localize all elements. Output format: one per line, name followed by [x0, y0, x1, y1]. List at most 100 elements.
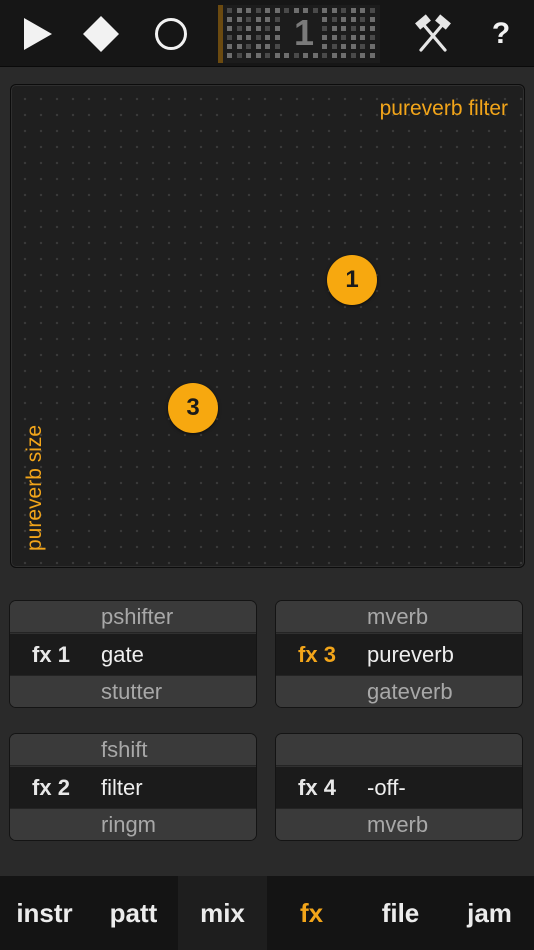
pattern-step-cell: [274, 34, 280, 40]
fx-option-selected[interactable]: fx 1 gate: [10, 634, 256, 676]
pattern-step-cell: [360, 25, 365, 31]
pattern-step-cell: [331, 43, 337, 49]
pattern-step-cell: [331, 52, 337, 58]
fx-slot-2-picker[interactable]: fshift fx 2 filter ringm: [9, 733, 257, 841]
pattern-step-cell: [369, 34, 375, 40]
pattern-step-cell: [274, 25, 280, 31]
pattern-step-cell: [341, 16, 346, 22]
xy-pad[interactable]: pureverb filter pureverb size 1 3: [10, 84, 525, 568]
y-axis-label: pureverb size: [23, 424, 46, 551]
fx-option-selected[interactable]: fx 3 pureverb: [276, 634, 522, 676]
pattern-step-cell: [227, 25, 232, 31]
xy-handle-1[interactable]: 1: [327, 255, 377, 305]
pattern-step-cell: [293, 7, 299, 13]
pattern-step-cell: [341, 7, 346, 13]
pattern-step-cell: [360, 52, 365, 58]
pattern-step-cell: [350, 43, 356, 49]
fx-option-prev[interactable]: fshift: [10, 734, 256, 766]
pattern-step-cell: [350, 25, 356, 31]
tab-jam[interactable]: jam: [445, 876, 534, 950]
pattern-step-cell: [265, 43, 270, 49]
pattern-step-cell: [265, 7, 270, 13]
pattern-step-cell: [331, 16, 337, 22]
record-icon: [155, 17, 187, 50]
pattern-step-cell: [350, 7, 356, 13]
fx-slot-label: fx 3: [298, 642, 336, 667]
help-button[interactable]: ?: [478, 0, 524, 67]
pattern-step-cell: [322, 34, 327, 40]
pattern-step-cell: [236, 34, 242, 40]
pattern-step-cell: [255, 16, 261, 22]
pattern-step-cell: [284, 52, 289, 58]
fx-option-next[interactable]: stutter: [10, 675, 256, 707]
pattern-step-cell: [246, 43, 251, 49]
pattern-step-cell: [369, 43, 375, 49]
pattern-step-cell: [322, 16, 327, 22]
bottom-tab-bar: instr patt mix fx file jam: [0, 876, 534, 950]
pattern-step-cell: [322, 52, 327, 58]
tab-patt[interactable]: patt: [89, 876, 178, 950]
fx-option-selected[interactable]: fx 4 -off-: [276, 767, 522, 809]
fx-option-prev[interactable]: pshifter: [10, 601, 256, 633]
pattern-step-cell: [246, 16, 251, 22]
pattern-step-cell: [284, 7, 289, 13]
fx-slot-label: fx 4: [298, 775, 336, 800]
pattern-step-cell: [369, 25, 375, 31]
fx-slot-4-picker[interactable]: fx 4 -off- mverb: [275, 733, 523, 841]
pattern-selector[interactable]: 1: [218, 0, 380, 67]
fx-option-next[interactable]: mverb: [276, 808, 522, 840]
hammer-icon: [415, 13, 451, 52]
pattern-step-cell: [341, 34, 346, 40]
tab-instr[interactable]: instr: [0, 876, 89, 950]
fx-slot-3-picker[interactable]: mverb fx 3 pureverb gateverb: [275, 600, 523, 708]
pattern-step-cell: [236, 7, 242, 13]
pattern-step-cell: [236, 16, 242, 22]
pattern-step-cell: [360, 43, 365, 49]
pattern-step-cell: [331, 25, 337, 31]
fx-option-prev[interactable]: mverb: [276, 601, 522, 633]
pattern-step-cell: [236, 43, 242, 49]
pattern-step-cell: [265, 16, 270, 22]
help-icon: ?: [491, 16, 511, 50]
xy-handle-3[interactable]: 3: [168, 383, 218, 433]
record-button[interactable]: [148, 0, 194, 67]
pattern-step-cell: [265, 52, 270, 58]
pattern-step-cell: [227, 34, 232, 40]
pattern-step-cell: [331, 34, 337, 40]
fx-slot-label: fx 1: [32, 642, 70, 667]
tab-file[interactable]: file: [356, 876, 445, 950]
pattern-step-cell: [341, 52, 346, 58]
pattern-step-cell: [236, 25, 242, 31]
pattern-step-cell: [227, 43, 232, 49]
pattern-step-cell: [255, 25, 261, 31]
pattern-step-cell: [312, 52, 318, 58]
pattern-step-cell: [341, 43, 346, 49]
pattern-step-cell: [360, 16, 365, 22]
pattern-step-cell: [303, 52, 308, 58]
pattern-step-cell: [312, 7, 318, 13]
pattern-step-cell: [265, 34, 270, 40]
fx-option-next[interactable]: ringm: [10, 808, 256, 840]
pattern-step-cell: [227, 52, 232, 58]
pattern-step-cell: [255, 34, 261, 40]
tab-mix[interactable]: mix: [178, 876, 267, 950]
pattern-step-cell: [274, 7, 280, 13]
fx-option-prev[interactable]: [276, 734, 522, 766]
stop-icon: [83, 15, 119, 52]
tools-button[interactable]: [410, 0, 456, 67]
pattern-step-cell: [255, 7, 261, 13]
play-button[interactable]: [14, 0, 60, 67]
stop-button[interactable]: [78, 0, 124, 67]
pattern-step-cell: [350, 34, 356, 40]
pattern-step-cell: [369, 52, 375, 58]
fx-slot-1-picker[interactable]: pshifter fx 1 gate stutter: [9, 600, 257, 708]
fx-slot-label: fx 2: [32, 775, 70, 800]
pattern-step-cell: [322, 43, 327, 49]
fx-option-next[interactable]: gateverb: [276, 675, 522, 707]
pattern-step-cell: [369, 16, 375, 22]
pattern-step-cell: [255, 52, 261, 58]
pattern-step-cell: [246, 34, 251, 40]
x-axis-label: pureverb filter: [379, 97, 508, 120]
tab-fx[interactable]: fx: [267, 876, 356, 950]
fx-option-selected[interactable]: fx 2 filter: [10, 767, 256, 809]
